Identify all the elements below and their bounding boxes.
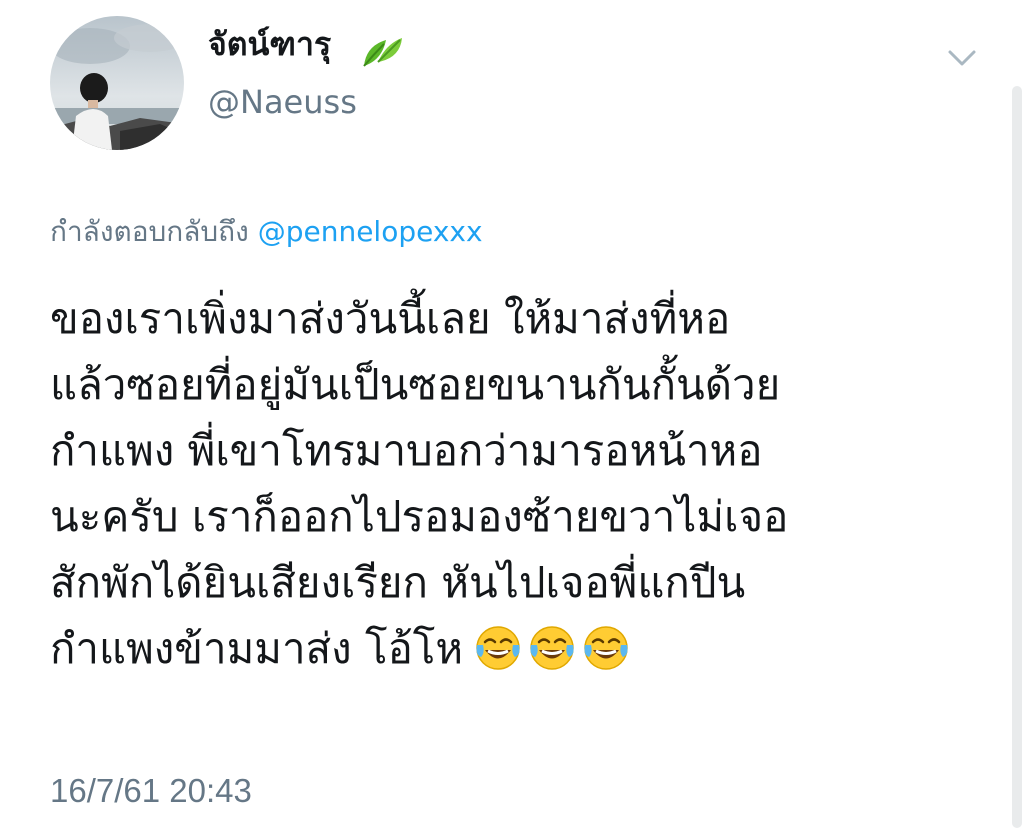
reply-prefix: กำลังตอบกลับถึง [50,215,249,248]
tweet-timestamp[interactable]: 16/7/61 20:43 [50,766,252,816]
avatar-photo [50,16,184,150]
tweet-line: นะครับ เราก็ออกไปรอมองซ้ายขวาไม่เจอ [50,492,789,541]
tweet-line: กำแพงข้ามมาส่ง โอ้โห [50,624,464,673]
leaf-icon [360,32,404,72]
face-with-tears-of-joy-icon [584,626,628,670]
tweet-line: กำแพง พี่เขาโทรมาบอกว่ามารอหน้าหอ [50,426,763,475]
reply-to-handle-link[interactable]: @pennelopexxx [258,215,483,248]
face-with-tears-of-joy-icon [476,626,520,670]
face-with-tears-of-joy-icon [530,626,574,670]
emoji-group [473,623,635,692]
scrollbar[interactable] [1012,86,1022,828]
tweet-line: ของเราเพิ่งมาส่งวันนี้เลย ให้มาส่งที่หอ [50,294,731,343]
tweet-line: สักพักได้ยินเสียงเรียก หันไปเจอพี่แกปีน [50,558,746,607]
author-display-name[interactable]: จัตน์ฑารุ [208,24,331,64]
author-handle[interactable]: @Naeuss [208,80,357,124]
tweet-last-line: กำแพงข้ามมาส่ง โอ้โห [50,616,1000,692]
avatar[interactable] [50,16,184,150]
reply-context: กำลังตอบกลับถึง @pennelopexxx [50,212,483,252]
chevron-down-icon[interactable] [944,44,980,74]
tweet-text: ของเราเพิ่งมาส่งวันนี้เลย ให้มาส่งที่หอ … [50,286,1000,692]
tweet-line: แล้วซอยที่อยู่มันเป็นซอยขนานกันกั้นด้วย [50,360,781,409]
